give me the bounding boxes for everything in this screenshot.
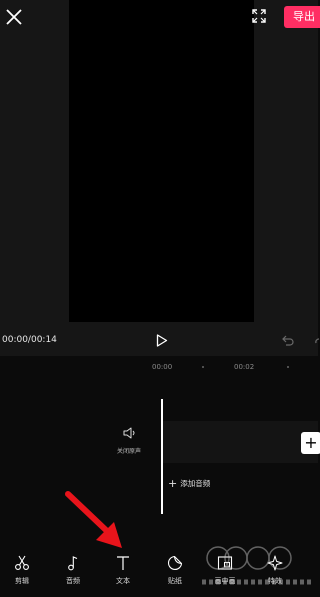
- playhead[interactable]: [161, 399, 163, 514]
- undo-icon[interactable]: [282, 335, 294, 347]
- video-track-clip[interactable]: [163, 421, 318, 463]
- add-audio-button[interactable]: + 添加音频: [168, 476, 211, 490]
- fullscreen-icon[interactable]: [252, 9, 266, 23]
- redo-icon[interactable]: [314, 335, 320, 347]
- scissors-icon: [15, 555, 29, 570]
- tool-label: 文本: [116, 577, 130, 585]
- mute-original-audio-label[interactable]: 关闭原声: [117, 446, 141, 455]
- tool-cut[interactable]: 剪辑: [5, 555, 39, 586]
- tool-label: 贴纸: [168, 577, 182, 585]
- annotation-arrow: [65, 491, 122, 548]
- tool-audio[interactable]: 音频: [56, 555, 90, 586]
- tool-text[interactable]: 文本: [106, 555, 140, 586]
- tool-label: 音频: [66, 577, 80, 585]
- ruler-tick: [202, 366, 204, 368]
- add-audio-label: 添加音频: [180, 479, 211, 488]
- add-clip-button[interactable]: +: [301, 432, 320, 454]
- playback-timecode: 00:00/00:14: [2, 335, 57, 345]
- ruler-tick: [287, 366, 289, 368]
- speaker-icon[interactable]: [123, 427, 137, 439]
- ruler-time-label: 00:02: [234, 363, 255, 371]
- export-button[interactable]: 导出: [284, 6, 320, 28]
- watermark-logo: [202, 546, 314, 585]
- sticker-icon: [168, 555, 183, 570]
- play-icon[interactable]: [156, 334, 168, 347]
- tool-label: 剪辑: [15, 577, 29, 585]
- video-preview-frame[interactable]: [69, 0, 254, 322]
- ruler-time-label: 00:00: [152, 363, 173, 371]
- close-icon[interactable]: [5, 8, 23, 26]
- tool-sticker[interactable]: 贴纸: [158, 555, 192, 586]
- add-icon: +: [168, 477, 178, 490]
